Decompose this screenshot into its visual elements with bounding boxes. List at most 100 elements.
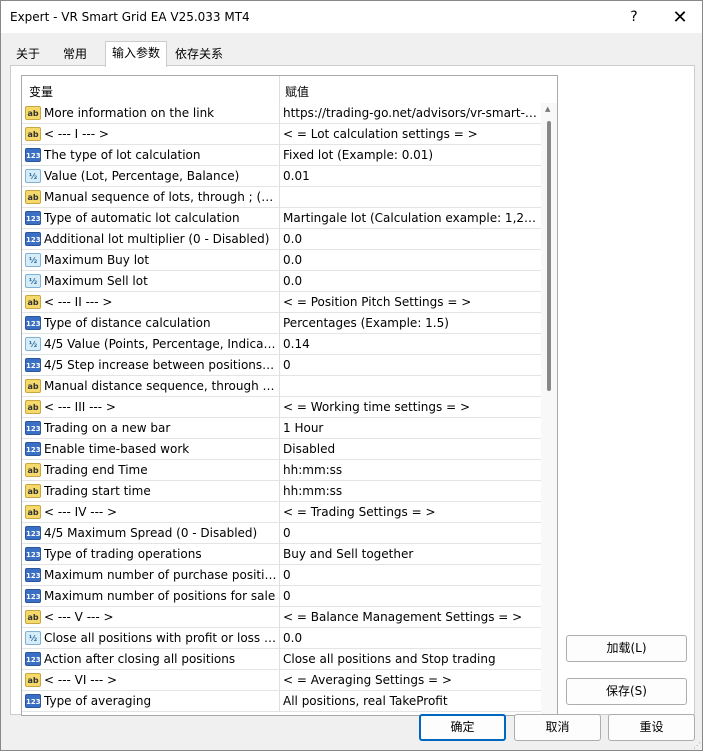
row-value[interactable]: Martingale lot (Calculation example: 1,2… <box>283 211 539 225</box>
table-row[interactable]: ab < --- I --- > < = Lot calculation setti… <box>22 124 541 145</box>
table-row[interactable]: ab < --- V --- > < = Balance Management Se… <box>22 607 541 628</box>
vertical-scrollbar[interactable]: ▲ <box>541 103 557 715</box>
table-row[interactable]: 123 Trading on a new bar 1 Hour <box>22 418 541 439</box>
table-row[interactable]: 123 Additional lot multiplier (0 - Disabl… <box>22 229 541 250</box>
string-type-icon: ab <box>25 190 41 204</box>
tab-about[interactable]: 关于 <box>10 43 46 65</box>
row-value[interactable]: < = Lot calculation settings = > <box>283 127 539 141</box>
column-header-value[interactable]: 赋值 <box>285 83 309 100</box>
column-divider[interactable] <box>279 76 280 103</box>
row-value[interactable]: hh:mm:ss <box>283 484 539 498</box>
table-row[interactable]: 123 Type of automatic lot calculation Mart… <box>22 208 541 229</box>
scroll-up-icon[interactable]: ▲ <box>545 105 550 113</box>
table-row[interactable]: ab Trading start time hh:mm:ss <box>22 481 541 502</box>
scrollbar-thumb[interactable] <box>547 121 551 391</box>
tab-dependencies[interactable]: 依存关系 <box>169 43 229 65</box>
table-row[interactable]: ½ Value (Lot, Percentage, Balance) 0.01 <box>22 166 541 187</box>
row-variable: More information on the link <box>44 106 215 120</box>
load-button[interactable]: 加载(L) <box>566 635 687 662</box>
cell-divider <box>279 145 280 166</box>
table-row[interactable]: ab More information on the link https://tr… <box>22 103 541 124</box>
table-row[interactable]: 123 Action after closing all positions Clo… <box>22 649 541 670</box>
table-row[interactable]: 123 Enable time-based work Disabled <box>22 439 541 460</box>
table-row[interactable]: ab < --- IV --- > < = Trading Settings = > <box>22 502 541 523</box>
table-row[interactable]: ½ Maximum Sell lot 0.0 <box>22 271 541 292</box>
table-row[interactable]: ½ Maximum Buy lot 0.0 <box>22 250 541 271</box>
string-type-icon: ab <box>25 400 41 414</box>
cell-divider <box>279 607 280 628</box>
table-row[interactable]: 123 4/5 Maximum Spread (0 - Disabled) 0 <box>22 523 541 544</box>
enum-type-icon: 123 <box>25 421 41 435</box>
row-value[interactable]: 0.0 <box>283 253 539 267</box>
row-value[interactable]: < = Averaging Settings = > <box>283 673 539 687</box>
resize-grip-icon[interactable]: ⋰ <box>693 741 701 750</box>
tab-inputs[interactable]: 输入参数 <box>105 41 168 67</box>
cell-divider <box>279 691 280 712</box>
row-value[interactable]: Close all positions and Stop trading <box>283 652 539 666</box>
row-value[interactable]: Percentages (Example: 1.5) <box>283 316 539 330</box>
cell-divider <box>279 166 280 187</box>
row-value[interactable]: 0 <box>283 589 539 603</box>
row-value[interactable]: 0.0 <box>283 232 539 246</box>
title-bar: Expert - VR Smart Grid EA V25.033 MT4 ? … <box>1 1 702 33</box>
tab-bar: 关于 常用 输入参数 依存关系 <box>1 41 702 67</box>
expert-dialog: Expert - VR Smart Grid EA V25.033 MT4 ? … <box>0 0 703 751</box>
table-row[interactable]: ½ 4/5 Value (Points, Percentage, Indicato… <box>22 334 541 355</box>
save-button[interactable]: 保存(S) <box>566 678 687 705</box>
enum-type-icon: 123 <box>25 211 41 225</box>
row-variable: Maximum Sell lot <box>44 274 148 288</box>
table-row[interactable]: 123 Maximum number of positions for sale 0 <box>22 586 541 607</box>
row-value[interactable]: hh:mm:ss <box>283 463 539 477</box>
tab-common[interactable]: 常用 <box>57 43 93 65</box>
row-value[interactable]: Disabled <box>283 442 539 456</box>
row-value[interactable]: 0.14 <box>283 337 539 351</box>
table-row[interactable]: 123 4/5 Step increase between positions (… <box>22 355 541 376</box>
table-row[interactable]: ab < --- VI --- > < = Averaging Settings =… <box>22 670 541 691</box>
close-icon[interactable]: ✕ <box>657 1 703 33</box>
row-value[interactable]: < = Trading Settings = > <box>283 505 539 519</box>
row-variable: Maximum number of purchase positions <box>44 568 277 582</box>
reset-button[interactable]: 重设 <box>608 714 695 741</box>
cancel-button[interactable]: 取消 <box>514 714 601 741</box>
row-value[interactable]: < = Working time settings = > <box>283 400 539 414</box>
help-icon[interactable]: ? <box>611 1 657 33</box>
cell-divider <box>279 334 280 355</box>
row-variable: Manual distance sequence, through ; (Exa… <box>44 379 277 393</box>
table-row[interactable]: 123 The type of lot calculation Fixed lot … <box>22 145 541 166</box>
row-value[interactable]: 1 Hour <box>283 421 539 435</box>
row-variable: Maximum Buy lot <box>44 253 150 267</box>
row-value[interactable]: 0 <box>283 526 539 540</box>
table-row[interactable]: ab Trading end Time hh:mm:ss <box>22 460 541 481</box>
table-row[interactable]: abManual distance sequence, through ; (E… <box>22 376 541 397</box>
inputs-panel: 变量 赋值 ab More information on the link http… <box>10 65 695 716</box>
table-row[interactable]: ½ Close all positions with profit or loss… <box>22 628 541 649</box>
table-row[interactable]: ab < --- II --- > < = Position Pitch Setti… <box>22 292 541 313</box>
row-variable: 4/5 Value (Points, Percentage, Indicator… <box>44 337 277 351</box>
string-type-icon: ab <box>25 505 41 519</box>
table-row[interactable]: ab Manual sequence of lots, through ; (Ex… <box>22 187 541 208</box>
row-value[interactable]: < = Position Pitch Settings = > <box>283 295 539 309</box>
row-value[interactable]: < = Balance Management Settings = > <box>283 610 539 624</box>
row-value[interactable]: 0.0 <box>283 274 539 288</box>
table-row[interactable]: 123 Type of averaging All positions, real … <box>22 691 541 712</box>
cell-divider <box>279 271 280 292</box>
table-row[interactable]: 123 Type of distance calculation Percentag… <box>22 313 541 334</box>
enum-type-icon: 123 <box>25 694 41 708</box>
row-value[interactable]: 0 <box>283 358 539 372</box>
row-variable: < --- VI --- > <box>44 673 118 687</box>
column-header-variable[interactable]: 变量 <box>29 83 53 100</box>
row-value[interactable]: Fixed lot (Example: 0.01) <box>283 148 539 162</box>
row-variable: The type of lot calculation <box>44 148 201 162</box>
row-value[interactable]: 0.01 <box>283 169 539 183</box>
table-row[interactable]: 123 Type of trading operations Buy and Sel… <box>22 544 541 565</box>
table-row[interactable]: ab < --- III --- > < = Working time settin… <box>22 397 541 418</box>
row-value[interactable]: Buy and Sell together <box>283 547 539 561</box>
row-value[interactable]: 0 <box>283 568 539 582</box>
table-row[interactable]: 123 Maximum number of purchase positions 0 <box>22 565 541 586</box>
ok-button[interactable]: 确定 <box>419 714 506 741</box>
cell-divider <box>279 376 280 397</box>
row-value[interactable]: All positions, real TakeProfit <box>283 694 539 708</box>
row-value[interactable]: 0.0 <box>283 631 539 645</box>
row-variable: Additional lot multiplier (0 - Disabled) <box>44 232 270 246</box>
row-value[interactable]: https://trading-go.net/advisors/vr-smart… <box>283 106 539 120</box>
